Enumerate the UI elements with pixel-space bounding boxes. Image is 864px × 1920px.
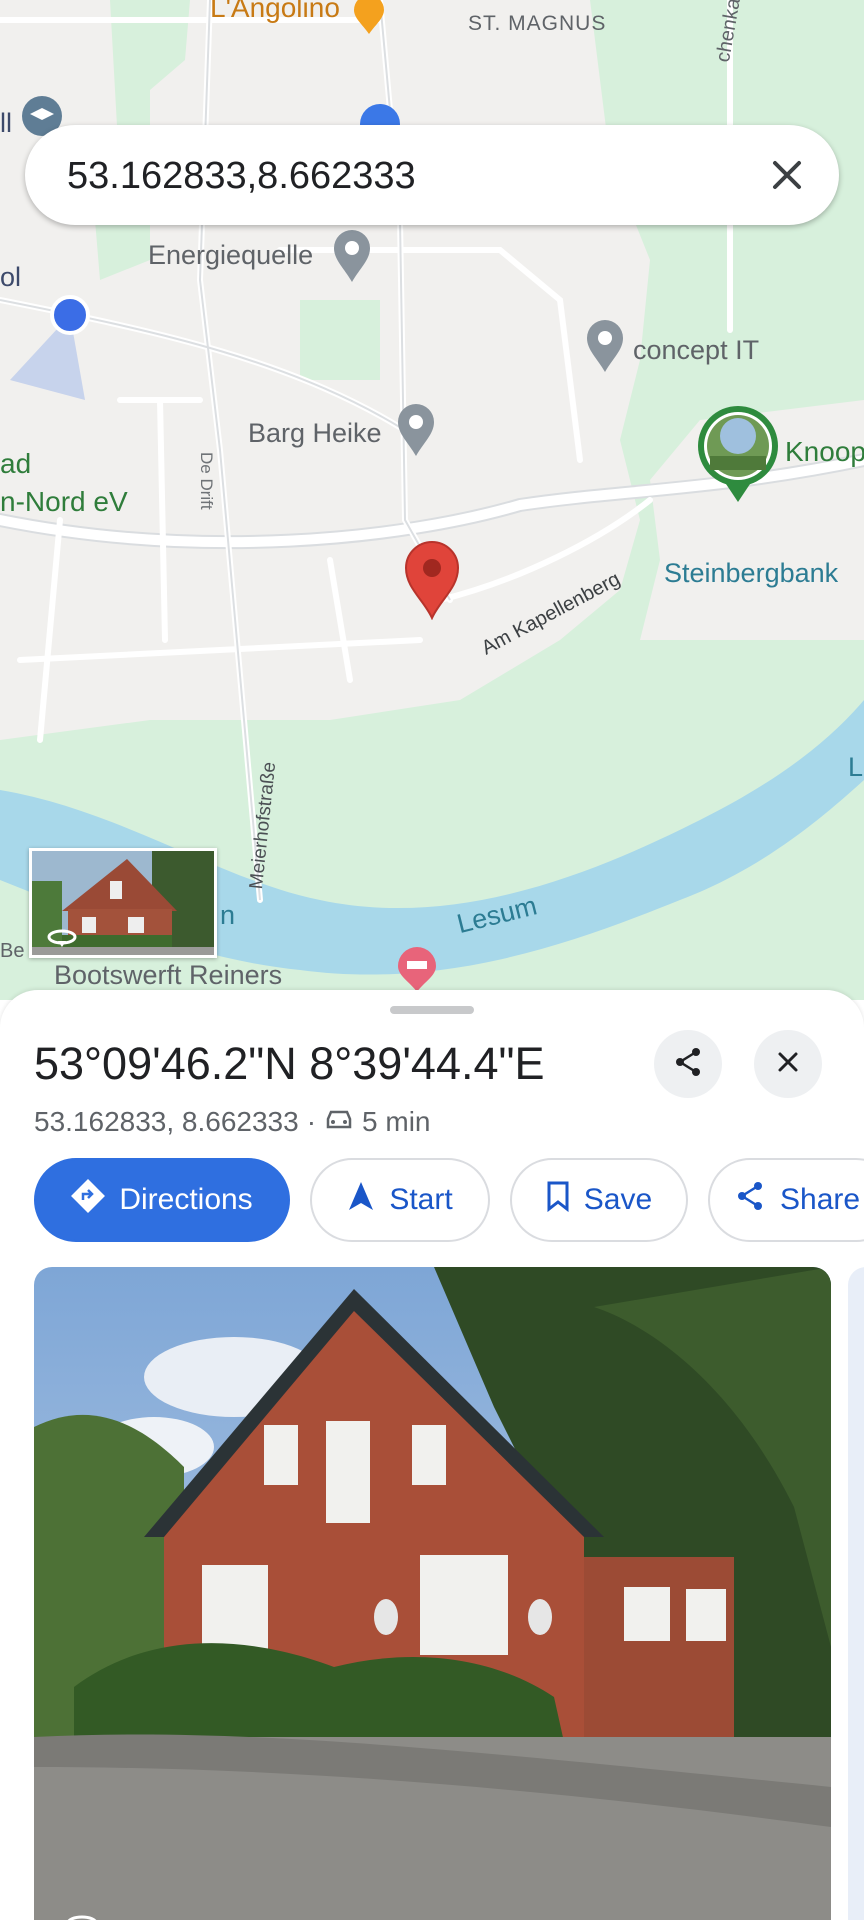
close-sheet-button[interactable] <box>754 1030 822 1098</box>
car-icon <box>324 1106 354 1138</box>
share-icon <box>672 1046 704 1083</box>
label-concept-it[interactable]: concept IT <box>633 335 759 366</box>
label-ad: ad <box>0 448 32 479</box>
label-st-magnus[interactable]: ST. MAGNUS <box>468 12 606 36</box>
street-view-icon <box>46 927 78 952</box>
navigation-arrow-icon <box>347 1180 375 1220</box>
label-steinbergbank[interactable]: Steinbergbank <box>664 558 838 589</box>
save-label: Save <box>583 1183 653 1216</box>
place-pin-icon[interactable] <box>585 318 625 379</box>
place-subtitle: 53.162833, 8.662333 · 5 min <box>34 1106 431 1138</box>
label-langolino[interactable]: L'Angolino <box>210 0 340 24</box>
place-pin-icon[interactable] <box>332 228 372 289</box>
map-view[interactable]: L'Angolino ST. MAGNUS chenkampsw ll ol E… <box>0 0 864 1000</box>
separator: · <box>306 1106 317 1137</box>
close-icon <box>774 1048 802 1081</box>
label-ol: ol <box>0 262 22 292</box>
coordinates-text: 53.162833, 8.662333 <box>34 1106 299 1137</box>
search-query[interactable]: 53.162833,8.662333 <box>67 155 416 198</box>
start-label: Start <box>389 1183 453 1216</box>
dropped-pin-icon[interactable] <box>404 540 460 625</box>
label-river-n: n <box>220 900 236 930</box>
place-title: 53°09'46.2"N 8°39'44.4"E <box>34 1038 545 1089</box>
label-ll: ll <box>0 108 12 138</box>
save-button[interactable]: Save <box>510 1158 688 1242</box>
directions-icon <box>71 1179 106 1221</box>
search-bar[interactable]: 53.162833,8.662333 <box>25 125 839 225</box>
directions-label: Directions <box>119 1183 253 1216</box>
drag-handle[interactable] <box>390 1006 474 1014</box>
start-button[interactable]: Start <box>310 1158 490 1242</box>
bookmark-icon <box>546 1180 570 1220</box>
street-view-thumbnail[interactable] <box>29 848 217 958</box>
next-photo-peek[interactable] <box>848 1267 864 1920</box>
label-be: Be <box>0 940 25 962</box>
label-de-drift: De Drift <box>197 452 216 510</box>
clear-search-icon[interactable] <box>763 151 811 199</box>
share-action-button[interactable]: Share <box>708 1158 864 1242</box>
share-label: Share <box>780 1183 861 1216</box>
photo-place-pin-icon[interactable] <box>696 404 780 509</box>
label-bootswerft[interactable]: Bootswerft Reiners <box>54 960 282 991</box>
place-bottom-sheet[interactable]: 53°09'46.2"N 8°39'44.4"E 53.162833, 8.66… <box>0 990 864 1920</box>
restaurant-pin-icon[interactable] <box>352 0 386 41</box>
label-energiequelle[interactable]: Energiequelle <box>148 240 313 271</box>
label-knoop[interactable]: Knoop <box>785 436 864 468</box>
drive-time: 5 min <box>362 1106 431 1137</box>
street-view-icon <box>64 1912 100 1920</box>
place-pin-icon[interactable] <box>396 402 436 463</box>
label-n-nord[interactable]: n-Nord eV <box>0 486 128 518</box>
share-icon <box>734 1180 766 1220</box>
directions-button[interactable]: Directions <box>34 1158 290 1242</box>
label-barg-heike[interactable]: Barg Heike <box>248 418 382 449</box>
share-button[interactable] <box>654 1030 722 1098</box>
label-river-l: L <box>848 752 864 782</box>
street-view-photo[interactable] <box>34 1267 831 1920</box>
